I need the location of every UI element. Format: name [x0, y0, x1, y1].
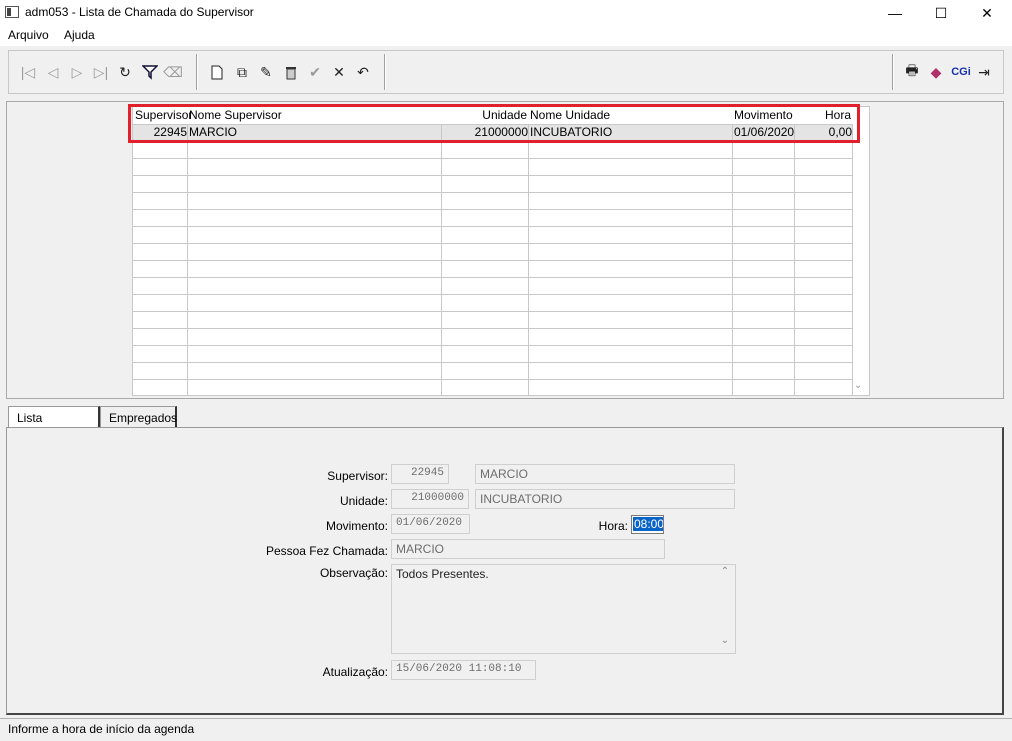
menu-ajuda[interactable]: Ajuda [64, 28, 95, 42]
window-title: adm053 - Lista de Chamada do Supervisor [25, 5, 254, 19]
prev-icon[interactable]: ◁ [44, 62, 62, 82]
atualizacao-label: Atualização: [322, 665, 388, 679]
hora-label: Hora: [598, 519, 628, 533]
close-icon: ✕ [981, 4, 993, 21]
observacao-scrollbar[interactable]: ⌃ ⌄ [716, 566, 734, 652]
new-icon[interactable] [208, 62, 226, 82]
edit-icon[interactable]: ✎ [257, 62, 275, 82]
grid-row-line [133, 328, 853, 329]
cancel-icon[interactable]: ✕ [330, 62, 348, 82]
grid-row-line [133, 379, 853, 380]
minimize-icon: — [888, 5, 902, 21]
exit-icon[interactable]: ⇥ [975, 62, 993, 82]
tab-lista-chamada[interactable]: Lista Chamada [8, 406, 100, 439]
grid-row-line [133, 209, 853, 210]
row-highlight-box [128, 104, 860, 143]
grid-row-line [133, 158, 853, 159]
minimize-button[interactable]: — [872, 0, 918, 26]
grid-row-line [133, 260, 853, 261]
next-icon[interactable]: ▷ [68, 62, 86, 82]
scroll-down-icon[interactable]: ⌄ [716, 635, 734, 646]
last-icon[interactable]: ▷| [92, 62, 110, 82]
clear-filter-icon[interactable]: ⌫ [163, 62, 183, 82]
hora-input[interactable]: 08:00 [631, 515, 664, 534]
grid-row-line [133, 192, 853, 193]
toolbar-separator [196, 54, 198, 90]
help-book-icon[interactable]: ◆ [927, 62, 945, 82]
grid-row-line [133, 175, 853, 176]
undo-icon[interactable]: ↶ [354, 62, 372, 82]
filter-icon[interactable] [141, 62, 159, 82]
close-button[interactable]: ✕ [964, 0, 1010, 26]
tab-empregados[interactable]: Empregados [100, 406, 177, 428]
data-grid[interactable] [132, 106, 870, 396]
observacao-textarea[interactable]: Todos Presentes. [391, 564, 736, 654]
tab-label: Empregados [109, 411, 178, 425]
movimento-field[interactable]: 01/06/2020 [391, 514, 470, 534]
unidade-label: Unidade: [339, 494, 388, 508]
copy-icon[interactable]: ⧉ [233, 62, 251, 82]
supervisor-label: Supervisor: [327, 469, 388, 483]
scroll-down-icon[interactable]: ⌄ [854, 380, 862, 391]
menu-bar [0, 26, 1012, 46]
supervisor-name-field[interactable]: MARCIO [475, 464, 735, 484]
cgi-icon[interactable]: CGi [950, 62, 972, 82]
supervisor-code-field[interactable]: 22945 [391, 464, 449, 484]
print-icon[interactable]: 🖶 [903, 62, 921, 82]
unidade-code-field[interactable]: 21000000 [391, 489, 469, 509]
pessoa-field[interactable]: MARCIO [391, 539, 665, 559]
app-icon [5, 6, 19, 18]
movimento-label: Movimento: [325, 519, 388, 533]
confirm-icon[interactable]: ✔ [306, 62, 324, 82]
atualizacao-field[interactable]: 15/06/2020 11:08:10 [391, 660, 536, 680]
grid-row-line [133, 226, 853, 227]
grid-row-line [133, 243, 853, 244]
toolbar-separator [892, 54, 894, 90]
toolbar-separator [384, 54, 386, 90]
grid-row-line [133, 362, 853, 363]
observacao-label: Observação: [319, 566, 388, 580]
unidade-name-field[interactable]: INCUBATORIO [475, 489, 735, 509]
pessoa-label: Pessoa Fez Chamada: [265, 544, 388, 558]
hora-value: 08:00 [633, 517, 664, 531]
grid-row-line [133, 345, 853, 346]
maximize-icon: ☐ [934, 4, 948, 21]
maximize-button[interactable]: ☐ [918, 0, 964, 26]
grid-row-line [133, 311, 853, 312]
status-text: Informe a hora de início da agenda [8, 722, 195, 736]
first-icon[interactable]: |◁ [19, 62, 37, 82]
refresh-icon[interactable]: ↻ [116, 62, 134, 82]
scroll-up-icon[interactable]: ⌃ [716, 566, 734, 577]
grid-row-line [133, 294, 853, 295]
grid-row-line [133, 277, 853, 278]
menu-arquivo[interactable]: Arquivo [8, 28, 49, 42]
delete-icon[interactable] [282, 62, 300, 82]
